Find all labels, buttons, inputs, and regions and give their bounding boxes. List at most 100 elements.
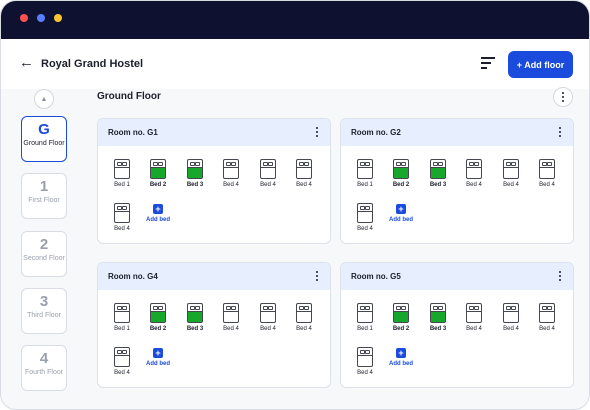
room-card[interactable]: Room no. G4 Bed 1 Bed 2 Bed 3 Bed 4 Bed 4 Bed … [97, 262, 331, 388]
floor-item[interactable]: 4 Fourth Floor [21, 345, 67, 391]
bed-item[interactable]: Bed 3 [180, 303, 210, 332]
bed-item[interactable]: Bed 4 [216, 159, 246, 188]
app-window: ← Royal Grand Hostel + Add floor ▲ G Grou… [0, 0, 590, 410]
bed-label: Bed 1 [114, 182, 130, 188]
bed-icon [466, 159, 482, 179]
bed-item[interactable]: Bed 2 [143, 159, 173, 188]
room-card[interactable]: Room no. G5 Bed 1 Bed 2 Bed 3 Bed 4 Bed 4 Bed … [340, 262, 574, 388]
bed-item[interactable]: Bed 4 [289, 159, 319, 188]
more-vertical-icon[interactable] [557, 127, 563, 137]
bed-item[interactable]: Bed 3 [180, 159, 210, 188]
add-bed-label: Add bed [389, 217, 413, 223]
bed-label: Bed 4 [223, 182, 239, 188]
floor-label: Ground Floor [23, 140, 65, 147]
room-card[interactable]: Room no. G1 Bed 1 Bed 2 Bed 3 Bed 4 Bed 4 Bed … [97, 118, 331, 244]
bed-item[interactable]: Bed 1 [350, 303, 380, 332]
bed-item[interactable]: Bed 3 [423, 159, 453, 188]
floor-item[interactable]: G Ground Floor [21, 116, 67, 162]
add-bed-label: Add bed [389, 361, 413, 367]
bed-item[interactable]: Bed 1 [350, 159, 380, 188]
bed-item[interactable]: Bed 4 [496, 159, 526, 188]
bed-item[interactable]: Bed 4 [107, 203, 137, 232]
floor-number: G [38, 121, 50, 138]
bed-label: Bed 4 [466, 326, 482, 332]
bed-label: Bed 4 [539, 182, 555, 188]
minimize-window-dot[interactable] [37, 14, 45, 22]
room-title: Room no. G2 [351, 128, 401, 137]
more-vertical-icon [560, 92, 566, 102]
floor-label: Fourth Floor [24, 369, 64, 376]
add-bed-button[interactable]: + Add bed [381, 204, 421, 223]
close-window-dot[interactable] [20, 14, 28, 22]
add-bed-label: Add bed [146, 217, 170, 223]
triangle-up-icon: ▲ [40, 95, 48, 103]
bed-icon [114, 347, 130, 367]
bed-item[interactable]: Bed 4 [253, 303, 283, 332]
add-bed-button[interactable]: + Add bed [138, 204, 178, 223]
more-vertical-icon[interactable] [314, 127, 320, 137]
bed-label: Bed 4 [260, 182, 276, 188]
bed-icon [187, 303, 203, 323]
hostel-title: Royal Grand Hostel [41, 58, 144, 70]
add-floor-button[interactable]: + Add floor [508, 51, 573, 78]
bed-icon [357, 159, 373, 179]
arrow-left-icon[interactable]: ← [19, 55, 34, 71]
bed-icon [503, 303, 519, 323]
maximize-window-dot[interactable] [54, 14, 62, 22]
floor-item[interactable]: 1 First Floor [21, 173, 67, 219]
bed-icon [150, 303, 166, 323]
bed-item[interactable]: Bed 4 [459, 303, 489, 332]
bed-item[interactable]: Bed 4 [532, 303, 562, 332]
bed-item[interactable]: Bed 3 [423, 303, 453, 332]
bed-item[interactable]: Bed 4 [350, 347, 380, 376]
bed-label: Bed 2 [149, 326, 167, 332]
bed-item[interactable]: Bed 4 [253, 159, 283, 188]
add-bed-button[interactable]: + Add bed [381, 348, 421, 367]
bed-label: Bed 2 [149, 182, 167, 188]
bed-icon [114, 303, 130, 323]
bed-icon [539, 159, 555, 179]
room-header: Room no. G1 [98, 119, 330, 146]
bed-icon [357, 347, 373, 367]
bed-label: Bed 4 [357, 370, 373, 376]
bed-item[interactable]: Bed 4 [496, 303, 526, 332]
floor-number: 1 [39, 178, 49, 195]
bed-label: Bed 4 [357, 226, 373, 232]
floor-more-button[interactable] [553, 87, 573, 107]
floor-number: 3 [39, 293, 49, 310]
bed-label: Bed 4 [503, 182, 519, 188]
bed-icon [260, 303, 276, 323]
more-vertical-icon[interactable] [314, 271, 320, 281]
sort-icon[interactable] [481, 57, 495, 69]
floor-title: Ground Floor [97, 91, 161, 102]
bed-label: Bed 3 [186, 182, 204, 188]
room-header: Room no. G5 [341, 263, 573, 290]
floor-label: First Floor [28, 197, 60, 204]
bed-icon [296, 303, 312, 323]
bed-icon [260, 159, 276, 179]
room-card[interactable]: Room no. G2 Bed 1 Bed 2 Bed 3 Bed 4 Bed 4 Bed … [340, 118, 574, 244]
add-bed-label: Add bed [146, 361, 170, 367]
bed-label: Bed 4 [539, 326, 555, 332]
floor-number: 2 [39, 236, 49, 253]
bed-item[interactable]: Bed 4 [459, 159, 489, 188]
bed-item[interactable]: Bed 4 [289, 303, 319, 332]
scroll-up-button[interactable]: ▲ [34, 89, 54, 109]
bed-item[interactable]: Bed 2 [386, 303, 416, 332]
bed-item[interactable]: Bed 4 [216, 303, 246, 332]
bed-item[interactable]: Bed 1 [107, 159, 137, 188]
bed-item[interactable]: Bed 4 [107, 347, 137, 376]
bed-icon [187, 159, 203, 179]
add-bed-button[interactable]: + Add bed [138, 348, 178, 367]
floor-item[interactable]: 3 Third Floor [21, 288, 67, 334]
more-vertical-icon[interactable] [557, 271, 563, 281]
bed-item[interactable]: Bed 2 [386, 159, 416, 188]
bed-icon [430, 159, 446, 179]
bed-item[interactable]: Bed 4 [350, 203, 380, 232]
bed-item[interactable]: Bed 1 [107, 303, 137, 332]
bed-label: Bed 1 [357, 182, 373, 188]
bed-item[interactable]: Bed 2 [143, 303, 173, 332]
floor-item[interactable]: 2 Second Floor [21, 231, 67, 277]
bed-item[interactable]: Bed 4 [532, 159, 562, 188]
bed-icon [539, 303, 555, 323]
